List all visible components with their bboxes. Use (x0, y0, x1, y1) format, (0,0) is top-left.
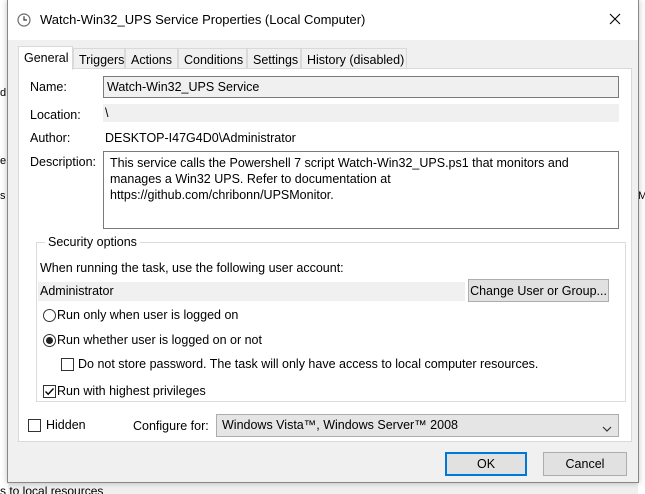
task-properties-dialog: Watch-Win32_UPS Service Properties (Loca… (7, 0, 639, 483)
run-whether-logged-on-label[interactable]: Run whether user is logged on or not (57, 333, 262, 347)
background-fragment: e (0, 155, 7, 167)
run-only-logged-on-label[interactable]: Run only when user is logged on (57, 308, 238, 322)
ok-button[interactable]: OK (445, 452, 527, 476)
background-fragment: d (0, 87, 7, 99)
close-button[interactable] (592, 0, 638, 38)
author-value: DESKTOP-I47G4D0\Administrator (105, 131, 296, 145)
tab-history[interactable]: History (disabled) (301, 48, 407, 69)
tab-actions[interactable]: Actions (125, 48, 178, 69)
do-not-store-password-checkbox[interactable] (61, 358, 74, 371)
tab-settings[interactable]: Settings (247, 48, 301, 69)
background-fragment: s (0, 190, 6, 202)
name-field[interactable]: Watch-Win32_UPS Service (103, 76, 619, 98)
configure-for-value: Windows Vista™, Windows Server™ 2008 (222, 418, 458, 432)
run-highest-privileges-checkbox[interactable] (43, 385, 56, 398)
general-tab-panel: Name: Watch-Win32_UPS Service Location: … (18, 68, 632, 442)
user-account-field[interactable]: Administrator (38, 282, 465, 301)
run-whether-logged-on-radio[interactable] (43, 334, 56, 347)
description-textarea[interactable]: This service calls the Powershell 7 scri… (103, 151, 619, 229)
checkmark-icon (45, 388, 55, 396)
background-bottom-text: s to local resources (0, 484, 104, 494)
title-bar[interactable]: Watch-Win32_UPS Service Properties (Loca… (8, 0, 638, 40)
hidden-label[interactable]: Hidden (46, 418, 86, 432)
description-label: Description: (30, 155, 96, 169)
tab-conditions[interactable]: Conditions (178, 48, 247, 69)
security-options-group: Security options When running the task, … (36, 235, 626, 402)
background-window-right: M (638, 0, 645, 494)
name-label: Name: (30, 80, 67, 94)
clock-icon (17, 13, 31, 27)
run-highest-privileges-label[interactable]: Run with highest privileges (57, 384, 206, 398)
author-label: Author: (30, 131, 71, 145)
configure-for-select[interactable]: Windows Vista™, Windows Server™ 2008 (216, 414, 619, 437)
change-user-or-group-button[interactable]: Change User or Group... (468, 279, 609, 302)
account-prompt: When running the task, use the following… (40, 261, 344, 275)
tab-general[interactable]: General (18, 46, 73, 70)
run-only-logged-on-radio[interactable] (43, 309, 56, 322)
location-field[interactable]: \ (103, 104, 619, 122)
cancel-button[interactable]: Cancel (543, 452, 627, 476)
window-title: Watch-Win32_UPS Service Properties (Loca… (40, 12, 366, 27)
close-icon (609, 13, 621, 25)
chevron-down-icon (602, 421, 612, 435)
tab-triggers[interactable]: Triggers (73, 48, 125, 69)
configure-for-label: Configure for: (133, 419, 209, 433)
location-label: Location: (30, 108, 81, 122)
security-options-title: Security options (45, 235, 140, 249)
do-not-store-password-label[interactable]: Do not store password. The task will onl… (78, 357, 538, 371)
hidden-checkbox[interactable] (28, 419, 41, 432)
background-fragment: M (638, 190, 645, 202)
